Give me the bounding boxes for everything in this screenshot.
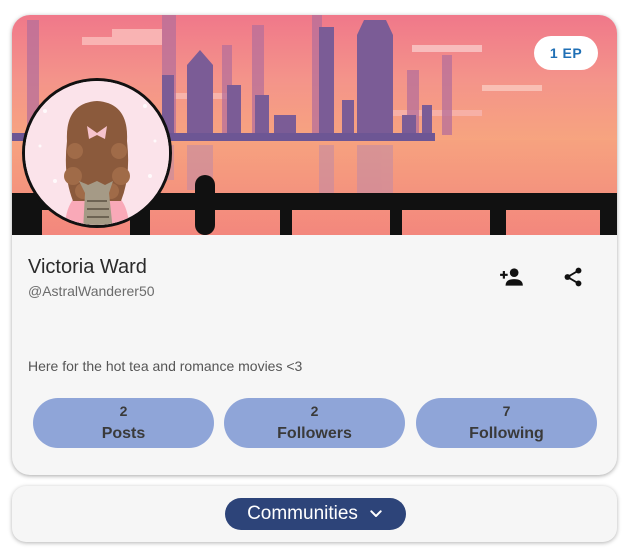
follow-button[interactable]: [494, 261, 530, 297]
communities-card: Communities: [12, 486, 617, 542]
following-stat-button[interactable]: 7 Following: [416, 398, 597, 448]
avatar[interactable]: [22, 78, 172, 228]
communities-dropdown-button[interactable]: Communities: [225, 498, 406, 530]
profile-bio: Here for the hot tea and romance movies …: [28, 358, 303, 374]
profile-card: 1 EP Victoria Ward @AstralWanderer50 Her…: [12, 15, 617, 475]
posts-label: Posts: [101, 425, 146, 442]
following-label: Following: [469, 425, 544, 442]
posts-count: 2: [119, 403, 128, 419]
chevron-down-icon: [368, 506, 384, 522]
posts-stat-button[interactable]: 2 Posts: [33, 398, 214, 448]
followers-stat-button[interactable]: 2 Followers: [224, 398, 405, 448]
communities-label: Communities: [247, 503, 358, 524]
share-icon: [562, 266, 584, 293]
display-name: Victoria Ward: [28, 256, 147, 278]
share-button[interactable]: [555, 261, 591, 297]
ep-badge: 1 EP: [534, 36, 598, 70]
username-handle: @AstralWanderer50: [28, 283, 155, 299]
add-person-icon: [499, 264, 525, 295]
following-count: 7: [502, 403, 511, 419]
followers-label: Followers: [277, 425, 352, 442]
followers-count: 2: [310, 403, 319, 419]
